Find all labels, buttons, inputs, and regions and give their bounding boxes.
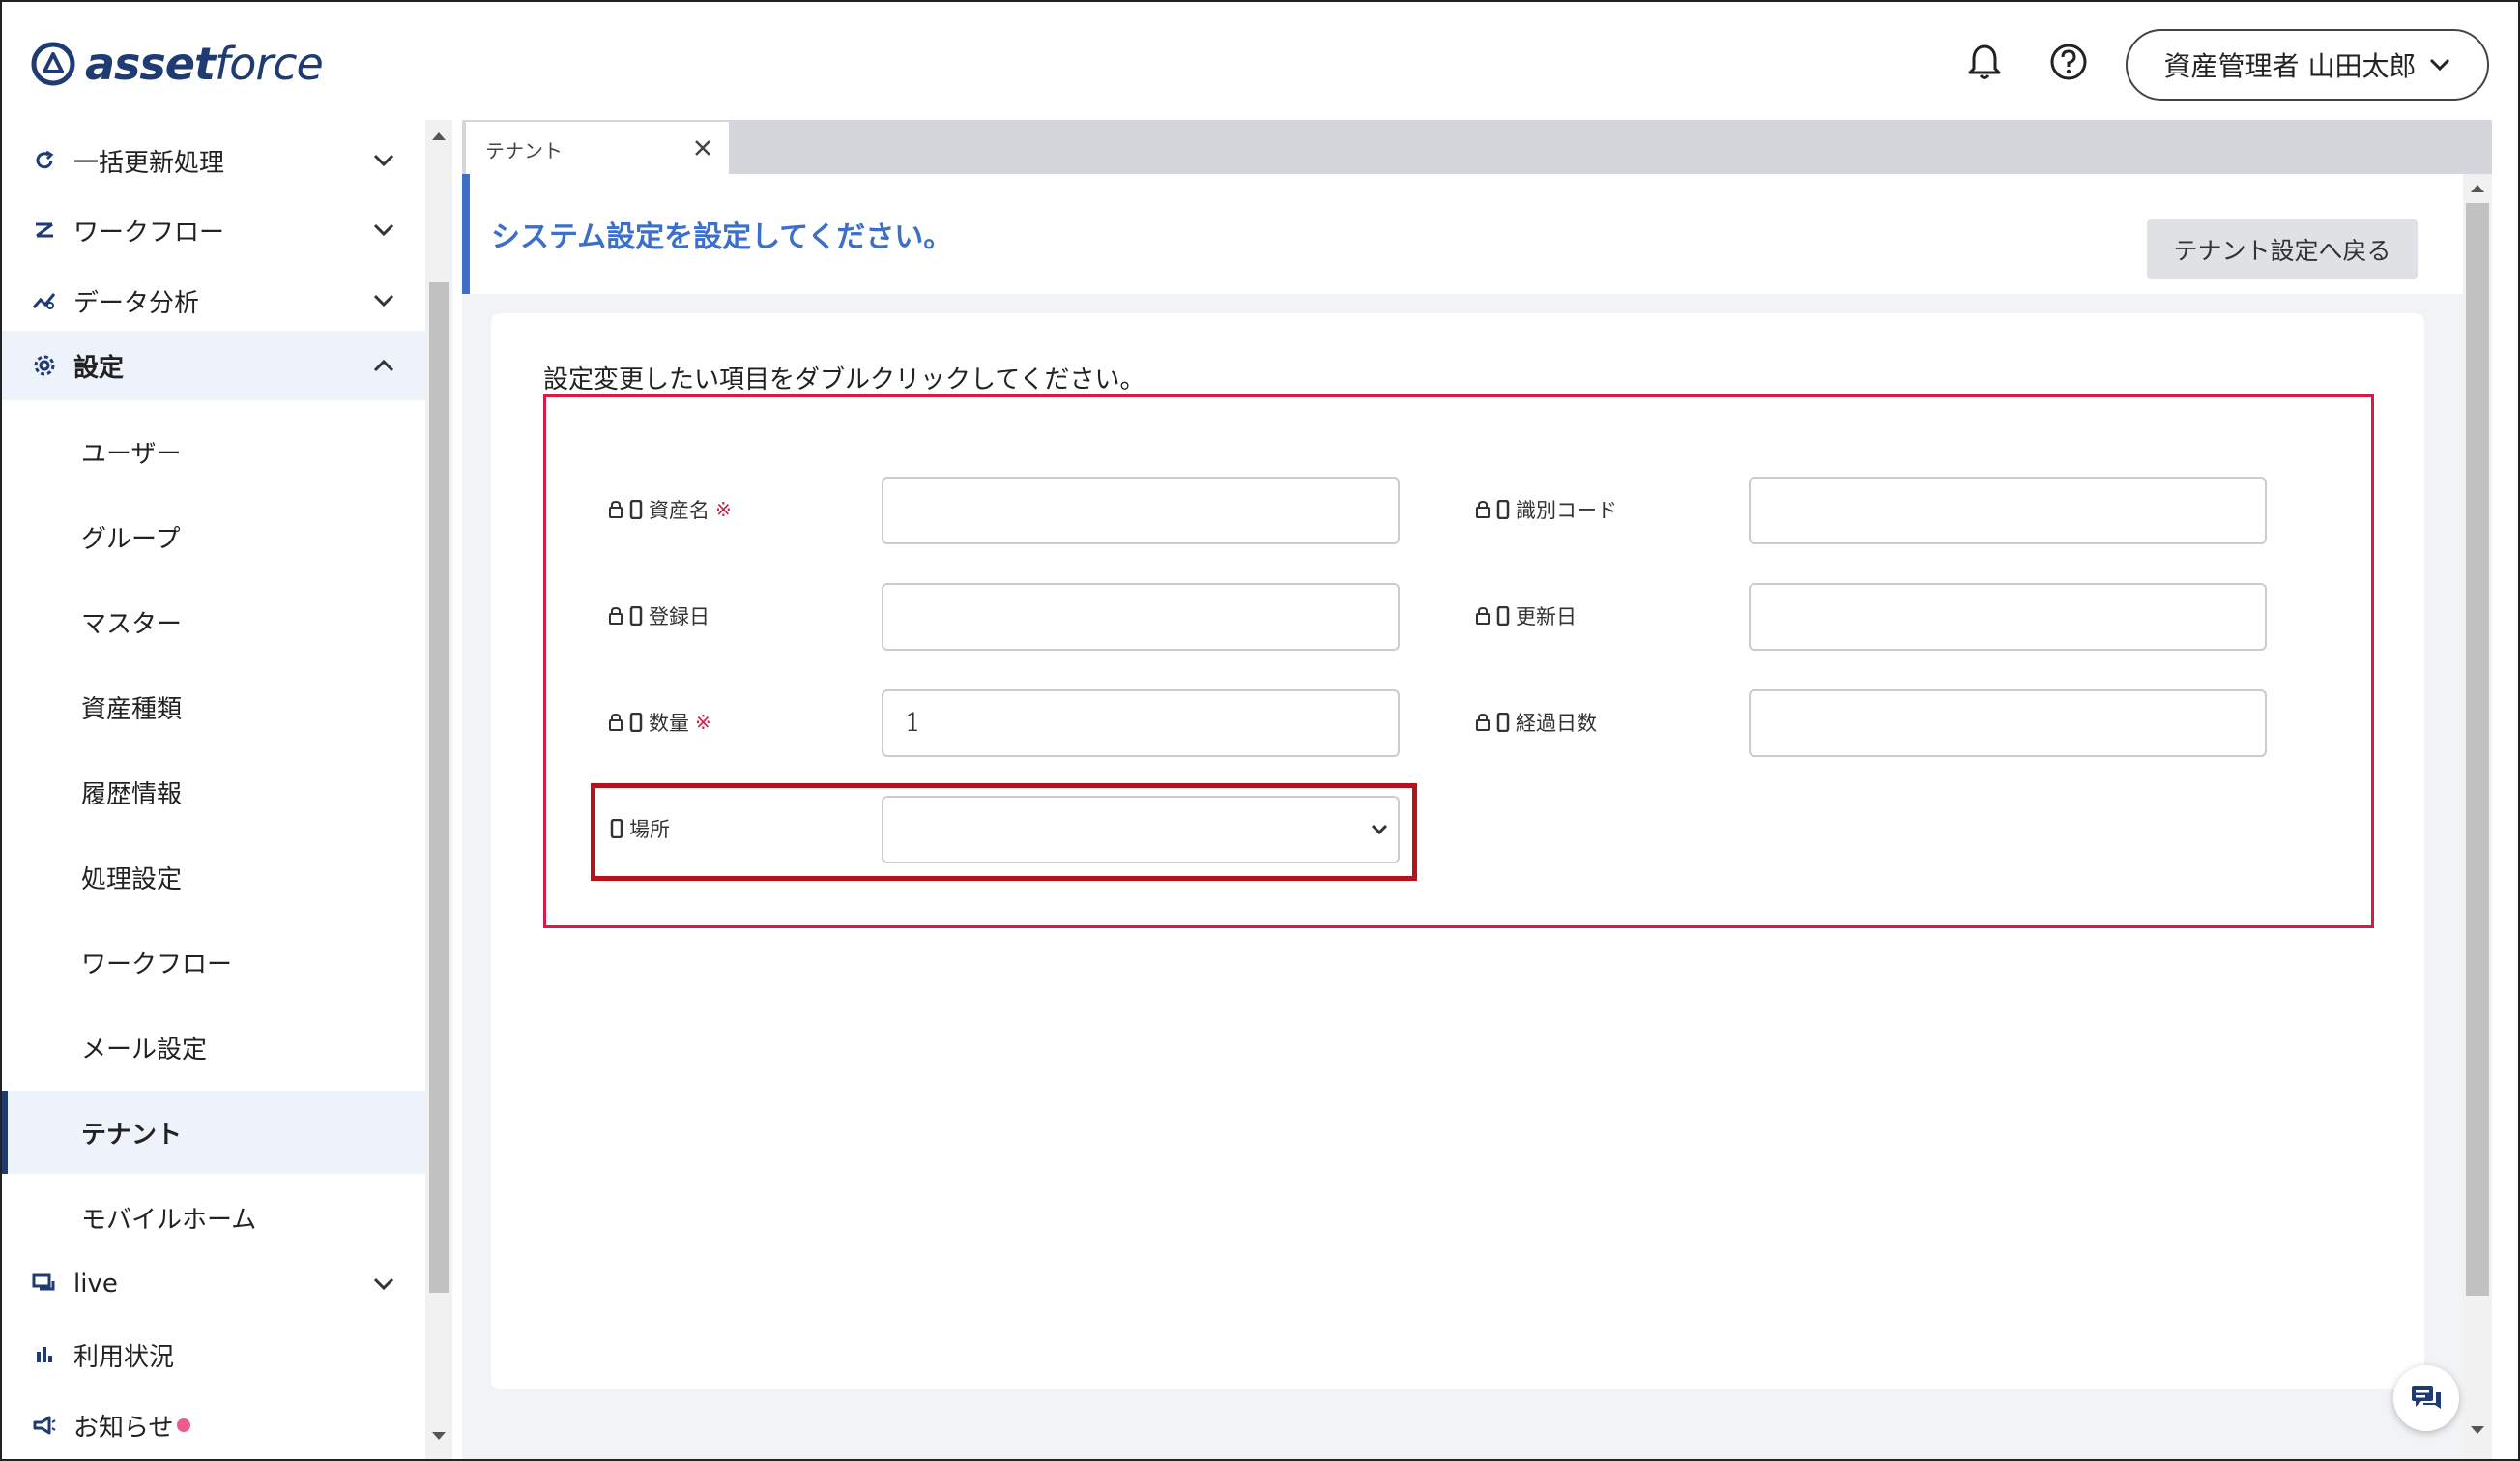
back-to-tenant-button[interactable]: テナント設定へ戻る — [2147, 219, 2418, 279]
chevron-down-icon — [373, 1277, 394, 1291]
scroll-down-arrow-icon[interactable] — [2470, 1425, 2485, 1435]
field-label-identifier-code: 識別コード — [1475, 495, 1617, 524]
workflow-icon — [29, 215, 60, 246]
lock-icon — [1476, 713, 1490, 731]
field-label-registered-date: 登録日 — [608, 601, 710, 630]
tab-bar — [462, 120, 2492, 174]
mobile-icon — [629, 606, 643, 626]
field-label-elapsed-days: 経過日数 — [1475, 708, 1597, 737]
nav-data-analysis[interactable]: データ分析 — [2, 272, 425, 330]
lock-icon — [609, 606, 623, 625]
refresh-icon — [29, 145, 60, 176]
lock-icon — [609, 713, 623, 731]
updated-date-input[interactable] — [1749, 583, 2267, 651]
nav-workflow[interactable]: ワークフロー — [2, 201, 425, 259]
chevron-down-icon — [373, 294, 394, 307]
sidebar-item-groups[interactable]: グループ — [2, 495, 425, 578]
app-window: assetforce 資産管理者 山田太郎 一括更新処理 ワークフロー データ分… — [0, 0, 2520, 1461]
nav-bulk-update[interactable]: 一括更新処理 — [2, 131, 425, 190]
logo-text: assetforce — [85, 38, 324, 90]
sidebar-item-master[interactable]: マスター — [2, 580, 425, 663]
nav-usage[interactable]: 利用状況 — [2, 1326, 425, 1384]
required-mark: ※ — [715, 498, 732, 521]
sidebar-item-processing[interactable]: 処理設定 — [2, 835, 425, 919]
nav-settings[interactable]: 設定 — [2, 331, 425, 400]
chat-icon — [29, 1269, 60, 1300]
identifier-code-input[interactable] — [1749, 477, 2267, 544]
help-icon[interactable] — [2043, 37, 2094, 87]
highlight-box — [591, 783, 1417, 881]
main-scroll-thumb[interactable] — [2466, 203, 2489, 1296]
nav-label: お知らせ — [73, 1413, 174, 1443]
nav-label: ワークフロー — [73, 218, 225, 248]
nav-label: live — [73, 1270, 118, 1299]
page-title: システム設定を設定してください。 — [491, 220, 953, 254]
chevron-down-icon — [373, 154, 394, 167]
nav-label: 利用状況 — [73, 1342, 175, 1372]
scroll-up-arrow-icon[interactable] — [431, 131, 447, 141]
logo-icon — [31, 42, 75, 86]
asset-name-input[interactable] — [882, 477, 1400, 544]
field-label-quantity: 数量 ※ — [608, 708, 711, 737]
sidebar: 一括更新処理 ワークフロー データ分析 設定 ユーザー グループ マスター 資産… — [2, 120, 425, 1459]
nav-live[interactable]: live — [2, 1255, 425, 1313]
tab-label: テナント — [485, 138, 563, 162]
nav-label: 設定 — [73, 353, 125, 383]
field-label-updated-date: 更新日 — [1475, 601, 1577, 630]
mobile-icon — [629, 500, 643, 519]
lock-icon — [609, 500, 623, 518]
sidebar-scroll-thumb[interactable] — [429, 282, 449, 1293]
sidebar-item-asset-types[interactable]: 資産種類 — [2, 665, 425, 748]
bar-chart-icon — [29, 1339, 60, 1370]
nav-label: データ分析 — [73, 288, 200, 318]
chat-button[interactable] — [2393, 1365, 2459, 1431]
instruction-text: 設定変更したい項目をダブルクリックしてください。 — [543, 365, 1145, 394]
tab-tenant[interactable]: テナント — [466, 122, 729, 176]
asset-force-logo[interactable]: assetforce — [31, 35, 324, 93]
sidebar-item-tenant[interactable]: テナント — [2, 1091, 425, 1174]
lock-icon — [1476, 606, 1490, 625]
top-header: assetforce 資産管理者 山田太郎 — [2, 2, 2518, 120]
lock-icon — [1476, 500, 1490, 518]
nav-label: 一括更新処理 — [73, 148, 225, 178]
elapsed-days-input[interactable] — [1749, 689, 2267, 757]
user-name: 資産管理者 山田太郎 — [2163, 50, 2417, 82]
close-icon[interactable] — [688, 133, 717, 162]
sidebar-item-mobile-home[interactable]: モバイルホーム — [2, 1176, 425, 1259]
scroll-up-arrow-icon[interactable] — [2470, 184, 2485, 193]
chat-icon — [2412, 1386, 2441, 1409]
mobile-icon — [1496, 606, 1510, 626]
mobile-icon — [629, 713, 643, 732]
gear-icon — [29, 350, 60, 381]
title-accent-bar — [462, 174, 470, 294]
sidebar-item-mail[interactable]: メール設定 — [2, 1006, 425, 1089]
scroll-down-arrow-icon[interactable] — [431, 1431, 447, 1441]
mobile-icon — [1496, 500, 1510, 519]
unread-dot — [177, 1418, 191, 1432]
quantity-input[interactable]: 1 — [882, 689, 1400, 757]
required-mark: ※ — [695, 711, 711, 734]
nav-notifications[interactable]: お知らせ — [2, 1396, 425, 1454]
chevron-down-icon — [2430, 58, 2450, 72]
mobile-icon — [1496, 713, 1510, 732]
sidebar-item-history[interactable]: 履歴情報 — [2, 750, 425, 833]
analytics-icon — [29, 285, 60, 316]
chevron-down-icon — [373, 223, 394, 237]
chevron-up-icon — [373, 359, 394, 372]
bell-icon[interactable] — [1959, 37, 2010, 87]
user-menu-button[interactable]: 資産管理者 山田太郎 — [2126, 29, 2489, 101]
megaphone-icon — [29, 1410, 60, 1441]
registered-date-input[interactable] — [882, 583, 1400, 651]
sidebar-item-users[interactable]: ユーザー — [2, 410, 425, 493]
field-label-asset-name: 資産名 ※ — [608, 495, 732, 524]
sidebar-item-workflow[interactable]: ワークフロー — [2, 920, 425, 1004]
